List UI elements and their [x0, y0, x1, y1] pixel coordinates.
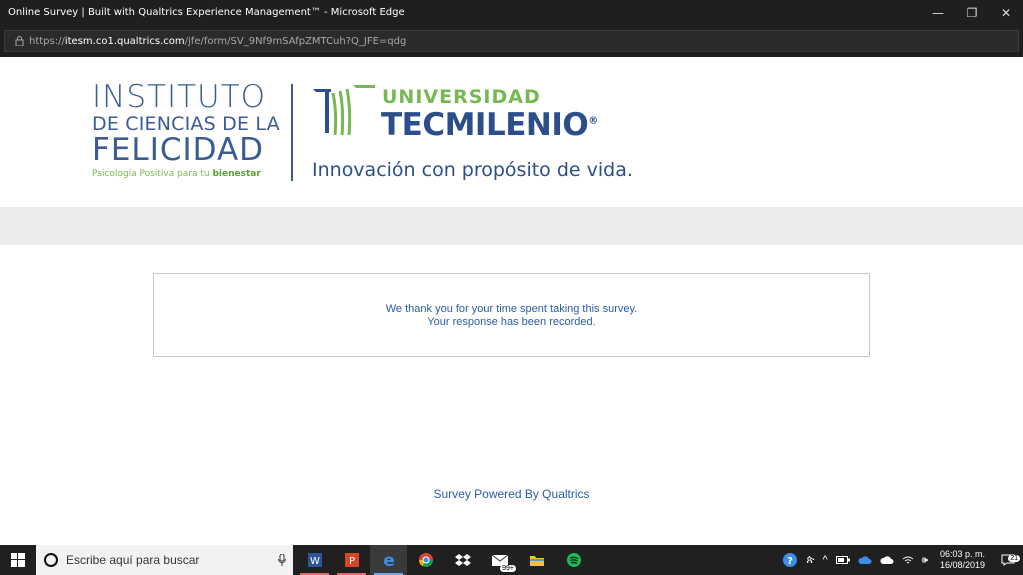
microphone-icon[interactable] — [271, 554, 293, 566]
taskbar-word-icon[interactable]: W — [296, 545, 333, 575]
cloud-icon[interactable] — [876, 555, 898, 565]
taskbar-spotify-icon[interactable] — [555, 545, 592, 575]
windows-start-button[interactable] — [0, 545, 36, 575]
taskbar-search[interactable]: Escribe aquí para buscar — [36, 545, 293, 575]
chevron-up-icon[interactable]: ^ — [818, 554, 831, 566]
instituto-logo: INSTITUTO DE CIENCIAS DE LA FELICIDAD Ps… — [92, 79, 280, 180]
windows-icon — [11, 553, 25, 567]
lock-icon — [9, 36, 29, 46]
volume-icon[interactable]: 🕪 — [918, 555, 932, 566]
address-bar: https://itesm.co1.qualtrics.com/jfe/form… — [0, 25, 1023, 57]
header-band — [0, 207, 1023, 245]
taskbar-edge-icon[interactable]: e — [370, 545, 407, 575]
logo-divider — [291, 84, 293, 181]
restore-button[interactable]: ❐ — [955, 0, 989, 25]
onedrive-icon[interactable] — [854, 555, 876, 565]
tecmilenio-text: TECMILENIO® — [381, 107, 598, 143]
cortana-icon — [44, 553, 58, 567]
search-placeholder: Escribe aquí para buscar — [66, 553, 200, 567]
slogan-text: Innovación con propósito de vida. — [312, 159, 633, 181]
svg-text:?: ? — [788, 556, 794, 567]
svg-text:W: W — [310, 556, 320, 567]
battery-icon[interactable] — [832, 556, 854, 564]
taskbar-explorer-icon[interactable] — [518, 545, 555, 575]
taskbar: Escribe aquí para buscar W P e 99+ ? ጵ ^… — [0, 545, 1023, 575]
taskbar-powerpoint-icon[interactable]: P — [333, 545, 370, 575]
taskbar-mail-icon[interactable]: 99+ — [481, 545, 518, 575]
system-tray: ? ጵ ^ 🕪 06:03 p. m. 16/08/2019 21 — [778, 545, 1023, 575]
taskbar-dropbox-icon[interactable] — [444, 545, 481, 575]
url-field[interactable]: https://itesm.co1.qualtrics.com/jfe/form… — [4, 30, 1019, 52]
mail-badge: 99+ — [500, 565, 516, 572]
window-titlebar: Online Survey | Built with Qualtrics Exp… — [0, 0, 1023, 25]
powered-by-link[interactable]: Survey Powered By Qualtrics — [0, 487, 1023, 501]
minimize-button[interactable]: — — [921, 0, 955, 25]
tecmilenio-mark-icon — [313, 85, 375, 136]
url-text: https://itesm.co1.qualtrics.com/jfe/form… — [29, 35, 407, 47]
logo-tagline: Psicología Positiva para tu bienestar — [92, 169, 261, 179]
taskbar-chrome-icon[interactable] — [407, 545, 444, 575]
window-title: Online Survey | Built with Qualtrics Exp… — [8, 7, 405, 18]
svg-text:P: P — [348, 556, 354, 567]
survey-header: INSTITUTO DE CIENCIAS DE LA FELICIDAD Ps… — [0, 57, 1023, 207]
system-clock[interactable]: 06:03 p. m. 16/08/2019 — [932, 549, 993, 571]
notification-count: 21 — [1008, 555, 1020, 562]
universidad-text: UNIVERSIDAD — [382, 86, 541, 108]
svg-text:e: e — [383, 551, 395, 569]
close-button[interactable]: ✕ — [989, 0, 1023, 25]
survey-page: INSTITUTO DE CIENCIAS DE LA FELICIDAD Ps… — [0, 57, 1023, 545]
help-icon[interactable]: ? — [778, 552, 802, 568]
thank-you-message: We thank you for your time spent taking … — [153, 273, 870, 357]
wifi-icon[interactable] — [898, 555, 918, 565]
people-icon[interactable]: ጵ — [802, 554, 818, 567]
notification-center-button[interactable]: 21 — [993, 554, 1023, 566]
